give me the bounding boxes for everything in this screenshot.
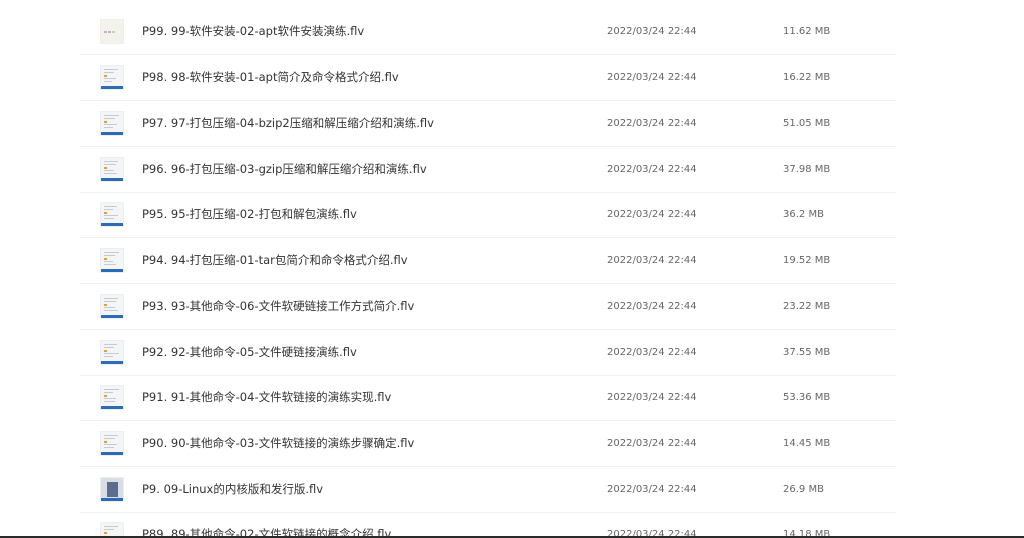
file-date: 2022/03/24 22:44 bbox=[607, 438, 697, 449]
file-row[interactable]: P93. 93-其他命令-06-文件软硬链接工作方式简介.flv 2022/03… bbox=[80, 284, 896, 330]
video-thumbnail-icon bbox=[100, 111, 124, 136]
video-thumbnail-icon bbox=[100, 477, 124, 502]
file-size: 14.45 MB bbox=[783, 438, 831, 449]
file-row[interactable]: P9. 09-Linux的内核版和发行版.flv 2022/03/24 22:4… bbox=[80, 467, 896, 513]
file-row[interactable]: P99. 99-软件安装-02-apt软件安装演练.flv 2022/03/24… bbox=[80, 9, 896, 55]
file-name[interactable]: P94. 94-打包压缩-01-tar包简介和命令格式介绍.flv bbox=[142, 238, 408, 283]
file-row[interactable]: P90. 90-其他命令-03-文件软链接的演练步骤确定.flv 2022/03… bbox=[80, 421, 896, 467]
file-size: 16.22 MB bbox=[783, 72, 831, 83]
file-name[interactable]: P95. 95-打包压缩-02-打包和解包演练.flv bbox=[142, 192, 357, 237]
file-size: 14.18 MB bbox=[783, 529, 831, 538]
file-date: 2022/03/24 22:44 bbox=[607, 529, 697, 538]
file-name[interactable]: P9. 09-Linux的内核版和发行版.flv bbox=[142, 467, 323, 512]
file-size: 37.98 MB bbox=[783, 164, 831, 175]
file-row[interactable]: P98. 98-软件安装-01-apt简介及命令格式介绍.flv 2022/03… bbox=[80, 55, 896, 101]
file-row[interactable]: P97. 97-打包压缩-04-bzip2压缩和解压缩介绍和演练.flv 202… bbox=[80, 101, 896, 147]
file-row[interactable]: P92. 92-其他命令-05-文件硬链接演练.flv 2022/03/24 2… bbox=[80, 330, 896, 376]
file-name[interactable]: P96. 96-打包压缩-03-gzip压缩和解压缩介绍和演练.flv bbox=[142, 147, 427, 192]
file-date: 2022/03/24 22:44 bbox=[607, 72, 697, 83]
file-date: 2022/03/24 22:44 bbox=[607, 301, 697, 312]
file-size: 26.9 MB bbox=[783, 484, 824, 495]
file-size: 53.36 MB bbox=[783, 392, 831, 403]
file-date: 2022/03/24 22:44 bbox=[607, 26, 697, 37]
file-name[interactable]: P98. 98-软件安装-01-apt简介及命令格式介绍.flv bbox=[142, 55, 399, 100]
file-row[interactable]: P91. 91-其他命令-04-文件软链接的演练实现.flv 2022/03/2… bbox=[80, 375, 896, 421]
video-thumbnail-icon bbox=[100, 294, 124, 319]
video-thumbnail-icon bbox=[100, 431, 124, 456]
video-thumbnail-icon bbox=[100, 157, 124, 182]
file-name[interactable]: P91. 91-其他命令-04-文件软链接的演练实现.flv bbox=[142, 375, 391, 420]
file-size: 11.62 MB bbox=[783, 26, 831, 37]
file-list: P99. 99-软件安装-02-apt软件安装演练.flv 2022/03/24… bbox=[80, 0, 896, 538]
file-size: 37.55 MB bbox=[783, 347, 831, 358]
file-date: 2022/03/24 22:44 bbox=[607, 484, 697, 495]
file-name[interactable]: P97. 97-打包压缩-04-bzip2压缩和解压缩介绍和演练.flv bbox=[142, 101, 434, 146]
video-thumbnail-icon bbox=[100, 19, 124, 44]
file-name[interactable]: P93. 93-其他命令-06-文件软硬链接工作方式简介.flv bbox=[142, 284, 414, 329]
file-date: 2022/03/24 22:44 bbox=[607, 209, 697, 220]
file-row[interactable]: P95. 95-打包压缩-02-打包和解包演练.flv 2022/03/24 2… bbox=[80, 192, 896, 238]
file-row[interactable]: P89. 89-其他命令-02-文件软链接的概念介绍.flv 2022/03/2… bbox=[80, 512, 896, 538]
video-thumbnail-icon bbox=[100, 202, 124, 227]
file-size: 51.05 MB bbox=[783, 118, 831, 129]
file-size: 23.22 MB bbox=[783, 301, 831, 312]
file-name[interactable]: P90. 90-其他命令-03-文件软链接的演练步骤确定.flv bbox=[142, 421, 414, 466]
file-row[interactable]: P96. 96-打包压缩-03-gzip压缩和解压缩介绍和演练.flv 2022… bbox=[80, 147, 896, 193]
file-date: 2022/03/24 22:44 bbox=[607, 347, 697, 358]
file-date: 2022/03/24 22:44 bbox=[607, 255, 697, 266]
video-thumbnail-icon bbox=[100, 385, 124, 410]
file-name[interactable]: P89. 89-其他命令-02-文件软链接的概念介绍.flv bbox=[142, 512, 391, 538]
file-row[interactable]: P94. 94-打包压缩-01-tar包简介和命令格式介绍.flv 2022/0… bbox=[80, 238, 896, 284]
video-thumbnail-icon bbox=[100, 248, 124, 273]
file-size: 36.2 MB bbox=[783, 209, 824, 220]
file-date: 2022/03/24 22:44 bbox=[607, 164, 697, 175]
file-name[interactable]: P92. 92-其他命令-05-文件硬链接演练.flv bbox=[142, 330, 357, 375]
file-date: 2022/03/24 22:44 bbox=[607, 392, 697, 403]
video-thumbnail-icon bbox=[100, 340, 124, 365]
video-thumbnail-icon bbox=[100, 65, 124, 90]
file-size: 19.52 MB bbox=[783, 255, 831, 266]
file-name[interactable]: P99. 99-软件安装-02-apt软件安装演练.flv bbox=[142, 9, 364, 54]
file-date: 2022/03/24 22:44 bbox=[607, 118, 697, 129]
